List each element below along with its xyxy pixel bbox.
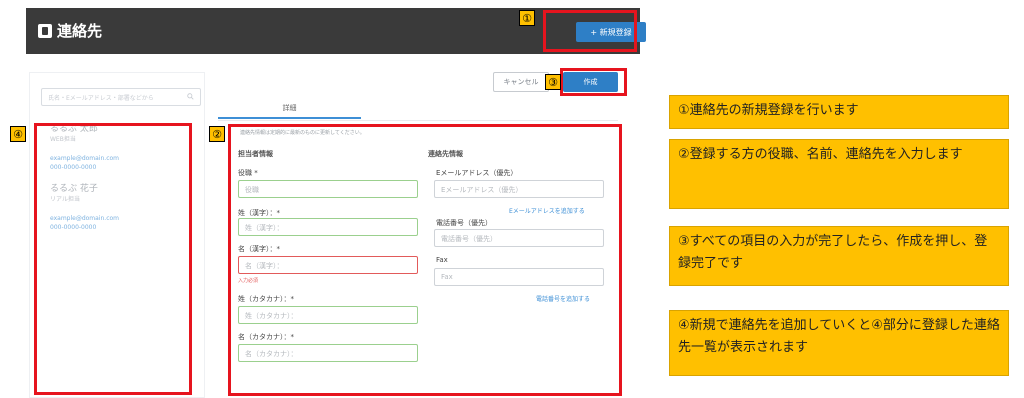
contacts-icon (38, 23, 52, 38)
app-brand: 連絡先 (38, 20, 102, 41)
annotation-box-list (34, 123, 192, 395)
callout-1: ①連絡先の新規登録を行います (669, 95, 1009, 129)
contact-search-input[interactable]: 氏名・Eメールアドレス・部署などから (41, 88, 201, 106)
callout-4: ④新規で連絡先を追加していくと④部分に登録した連絡先一覧が表示されます (669, 310, 1009, 376)
page-title: 連絡先 (57, 22, 103, 40)
tab-divider (218, 120, 618, 121)
callout-3: ③すべての項目の入力が完了したら、作成を押し、登録完了です (669, 226, 1009, 286)
search-placeholder: 氏名・Eメールアドレス・部署などから (48, 94, 154, 102)
badge-3: ③ (545, 74, 561, 90)
tab-details[interactable]: 詳細 (218, 99, 361, 119)
screen: 連絡先 + 新規登録 氏名・Eメールアドレス・部署などから るるぶ 太郎 WEB… (0, 0, 1024, 398)
annotation-box-form (228, 124, 622, 396)
search-icon (187, 92, 194, 102)
badge-4: ④ (10, 126, 26, 142)
callout-2: ②登録する方の役職、名前、連絡先を入力します (669, 139, 1009, 209)
badge-2: ② (209, 126, 225, 142)
cancel-button[interactable]: キャンセル (493, 72, 549, 92)
annotation-box-create (560, 68, 627, 96)
annotation-box-new (543, 10, 637, 52)
badge-1: ① (519, 10, 535, 26)
